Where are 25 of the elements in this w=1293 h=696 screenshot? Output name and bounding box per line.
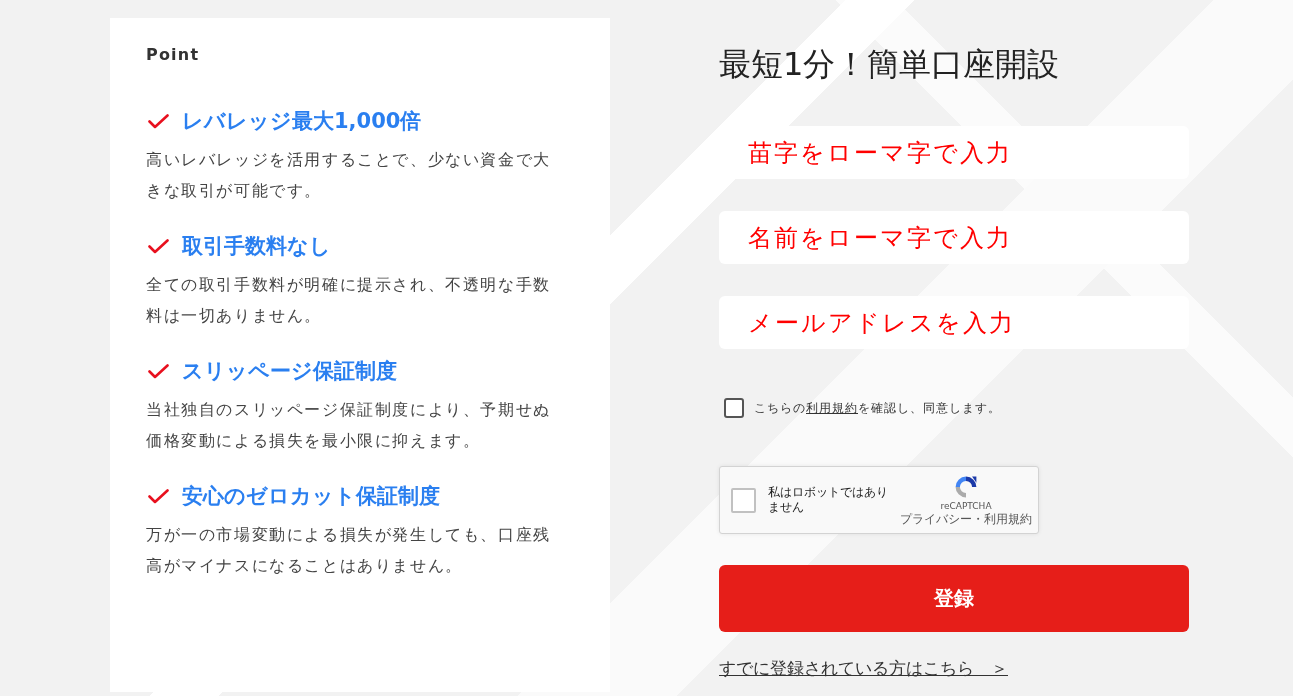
- point-heading: 安心のゼロカット保証制度: [182, 483, 440, 510]
- point-heading: 取引手数料なし: [182, 233, 331, 260]
- captcha-checkbox[interactable]: [731, 487, 756, 513]
- check-icon: [148, 363, 169, 379]
- point-heading: レバレッジ最大1,000倍: [182, 108, 422, 135]
- register-button[interactable]: 登録: [719, 565, 1189, 632]
- input-field[interactable]: メールアドレスを入力: [719, 296, 1189, 349]
- login-link[interactable]: すでに登録されている方はこちら ＞: [719, 656, 1008, 680]
- point-description: 全ての取引手数料が明確に提示され、不透明な手数料は一切ありません。: [146, 274, 552, 327]
- input-field[interactable]: 名前をローマ字で入力: [719, 211, 1189, 264]
- form-title: 最短1分！簡単口座開設: [719, 44, 1061, 85]
- point-heading: スリッページ保証制度: [182, 358, 397, 385]
- captcha-label: 私はロボットではありません: [768, 485, 889, 515]
- point-description: 万が一の市場変動による損失が発生しても、口座残高がマイナスになることはありません。: [146, 524, 552, 577]
- terms-agreement-text: こちらの利用規約 を確認し、同意します。: [754, 399, 1001, 417]
- check-icon: [148, 488, 169, 504]
- captcha-brand: reCAPTCHA: [940, 499, 992, 512]
- point-description: 高いレバレッジを活用することで、少ない資金で大きな取引が可能です。: [146, 149, 552, 202]
- terms-link[interactable]: 利用規約: [806, 400, 858, 415]
- check-icon: [148, 238, 169, 254]
- check-icon: [148, 113, 169, 129]
- captcha-footer-links[interactable]: プライバシー・利用規約: [900, 511, 1032, 527]
- point-description: 当社独自のスリッページ保証制度により、予期せぬ価格変動による損失を最小限に抑えます。: [146, 399, 552, 452]
- panel-title: Point: [146, 44, 201, 66]
- checkbox[interactable]: [724, 398, 744, 418]
